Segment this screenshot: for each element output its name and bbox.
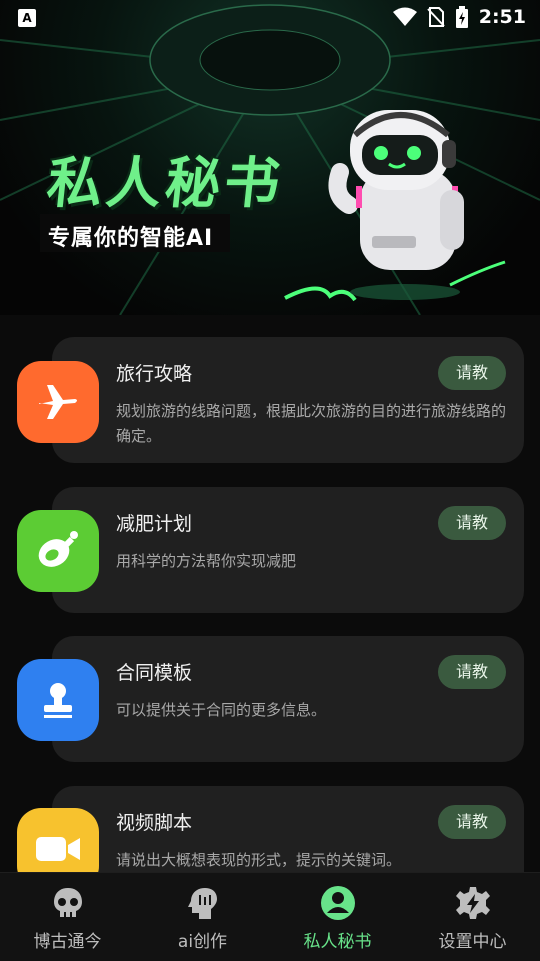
card-title: 减肥计划 bbox=[116, 513, 193, 535]
banner-title: 私人秘书 bbox=[44, 151, 287, 215]
banner-subtitle: 专属你的智能AI bbox=[48, 226, 214, 251]
ask-button[interactable]: 请教 bbox=[438, 506, 506, 540]
battery-charging-icon bbox=[455, 6, 468, 28]
bottom-navigation: 博古通今 ai创作 私人秘书 设置中心 bbox=[0, 872, 540, 961]
nav-label: 设置中心 bbox=[438, 932, 507, 952]
nav-tab-bogu[interactable]: 博古通今 bbox=[0, 873, 135, 961]
skull-icon bbox=[53, 888, 82, 917]
ask-button[interactable]: 请教 bbox=[438, 805, 506, 839]
nav-label: ai创作 bbox=[177, 932, 228, 952]
card-description: 规划旅游的线路问题，根据此次旅游的目的进行旅游线路的确定。 bbox=[116, 402, 507, 445]
nav-tab-settings[interactable]: 设置中心 bbox=[405, 873, 540, 961]
wifi-icon bbox=[392, 7, 417, 26]
card-title: 视频脚本 bbox=[116, 812, 193, 834]
clock: 2:51 bbox=[478, 6, 526, 28]
user-circle-icon bbox=[320, 886, 355, 920]
ai-head-icon bbox=[187, 888, 217, 919]
card-contract-template[interactable]: 合同模板 可以提供关于合同的更多信息。 请教 bbox=[52, 636, 524, 762]
status-bar: A 2:51 bbox=[0, 0, 540, 36]
ask-button[interactable]: 请教 bbox=[438, 356, 506, 390]
card-travel-guide[interactable]: 旅行攻略 规划旅游的线路问题，根据此次旅游的目的进行旅游线路的确定。 请教 bbox=[52, 337, 524, 463]
card-title: 旅行攻略 bbox=[116, 363, 193, 385]
airplane-icon bbox=[17, 361, 99, 443]
gear-bolt-icon bbox=[455, 887, 490, 919]
robot-mascot bbox=[328, 110, 464, 300]
card-weight-loss-plan[interactable]: 减肥计划 用科学的方法帮你实现减肥 请教 bbox=[52, 487, 524, 613]
ask-button[interactable]: 请教 bbox=[438, 655, 506, 689]
nav-tab-ai-create[interactable]: ai创作 bbox=[135, 873, 270, 961]
card-description: 请说出大概想表现的形式，提示的关键词。 bbox=[116, 851, 402, 869]
drumstick-icon bbox=[17, 510, 99, 592]
nav-label: 博古通今 bbox=[33, 932, 102, 952]
card-description: 可以提供关于合同的更多信息。 bbox=[116, 701, 327, 719]
hero-banner: 私人秘书 专属你的智能AI bbox=[0, 0, 540, 315]
card-title: 合同模板 bbox=[116, 662, 193, 684]
card-description: 用科学的方法帮你实现减肥 bbox=[116, 552, 297, 570]
stamp-icon bbox=[17, 659, 99, 741]
no-sim-icon bbox=[427, 7, 445, 27]
nav-tab-private-secretary[interactable]: 私人秘书 bbox=[270, 873, 405, 961]
app-notification-icon: A bbox=[18, 9, 36, 27]
nav-label: 私人秘书 bbox=[303, 932, 372, 952]
